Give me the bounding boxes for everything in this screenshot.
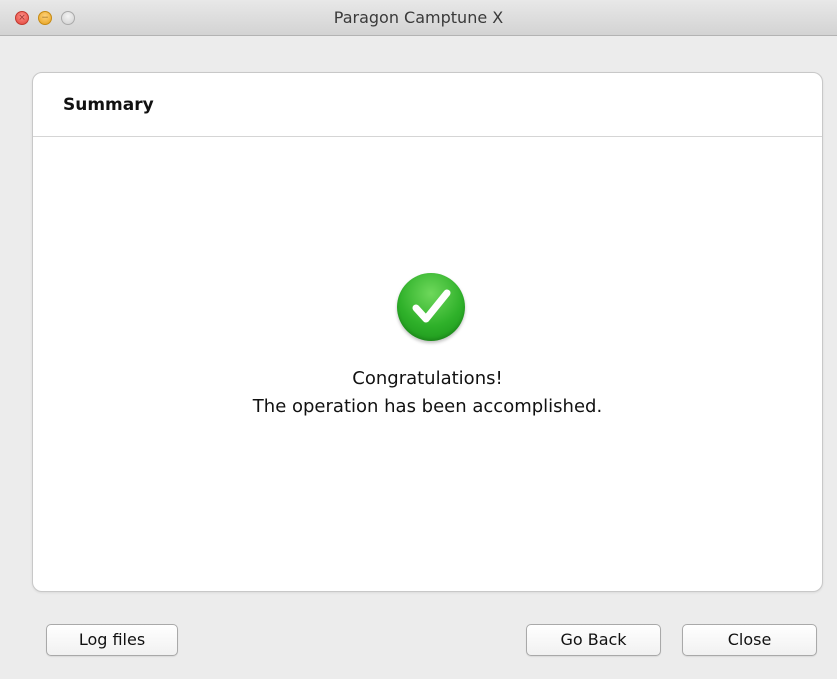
app-window: × − Paragon Camptune X Summary Congratul… <box>0 0 837 679</box>
check-circle-icon <box>397 273 465 341</box>
summary-panel: Summary Congratulations! The operation h… <box>32 72 823 592</box>
title-bar[interactable]: × − Paragon Camptune X <box>0 0 837 36</box>
result-message: Congratulations! The operation has been … <box>33 365 822 421</box>
message-headline: Congratulations! <box>352 368 503 389</box>
message-detail: The operation has been accomplished. <box>252 396 603 417</box>
close-button[interactable]: Close <box>682 624 817 656</box>
log-files-button[interactable]: Log files <box>46 624 178 656</box>
go-back-button[interactable]: Go Back <box>526 624 661 656</box>
panel-header: Summary <box>33 73 822 137</box>
window-title: Paragon Camptune X <box>333 8 504 27</box>
panel-title: Summary <box>63 95 154 115</box>
